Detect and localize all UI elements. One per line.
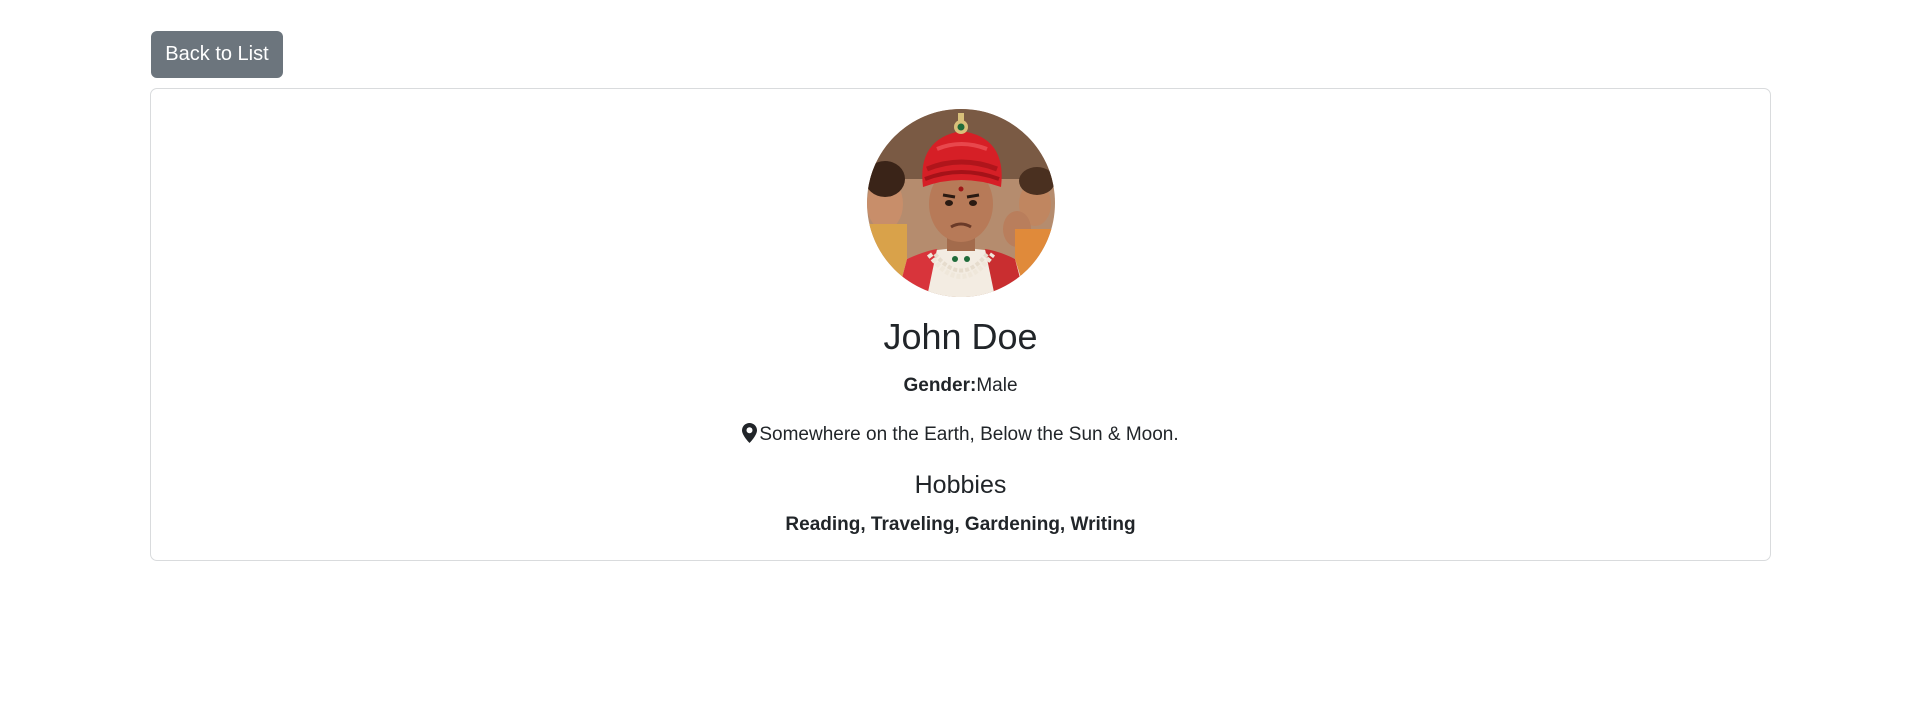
hobbies-list: Reading, Traveling, Gardening, Writing (785, 514, 1136, 535)
gender-value: Male (976, 375, 1018, 396)
gender-label: Gender: (903, 375, 977, 396)
gender-line: Gender:Male (151, 373, 1770, 399)
profile-name: John Doe (883, 316, 1038, 357)
hobbies-heading: Hobbies (914, 471, 1007, 499)
location-text: Somewhere on the Earth, Below the Sun & … (759, 424, 1179, 445)
location-line: Somewhere on the Earth, Below the Sun & … (151, 422, 1770, 451)
map-pin-icon (742, 423, 758, 451)
avatar-photo (867, 109, 1055, 297)
page: Back to List John Doe Gender:Male Somewh… (0, 0, 1919, 711)
avatar (867, 109, 1055, 297)
back-to-list-button[interactable]: Back to List (151, 31, 283, 78)
profile-card: John Doe Gender:Male Somewhere on the Ea… (150, 88, 1771, 561)
